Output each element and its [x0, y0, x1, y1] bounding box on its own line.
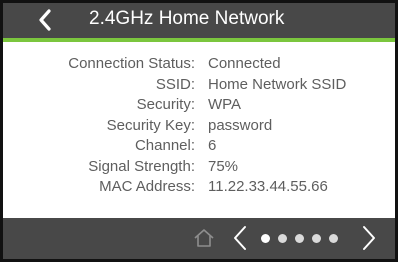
prev-page-button[interactable] [232, 224, 248, 252]
page-dot[interactable] [312, 234, 321, 243]
ssid-label: SSID: [155, 75, 195, 93]
back-button[interactable] [33, 6, 57, 34]
security-key-value: password [208, 116, 273, 134]
page-indicator [261, 234, 338, 244]
footer-bar [3, 218, 395, 259]
mac-address-label: MAC Address: [99, 178, 195, 195]
security-value: WPA [208, 96, 242, 113]
chevron-left-icon [234, 226, 246, 250]
next-page-button[interactable] [361, 224, 377, 252]
signal-strength-label: Signal Strength: [88, 157, 195, 175]
security-key-label: Security Key: [106, 116, 195, 134]
accent-bar [3, 38, 395, 42]
chevron-left-icon [39, 9, 51, 31]
chevron-right-icon [363, 226, 375, 250]
home-button[interactable] [193, 228, 215, 248]
page-dot[interactable] [261, 234, 270, 243]
channel-value: 6 [208, 137, 217, 154]
connection-status-label: Connection Status: [68, 55, 195, 72]
app-window: 2.4GHz Home Network Connection Status: C… [0, 0, 398, 262]
detail-row: SSID: Home Network SSID [3, 76, 395, 97]
network-details: Connection Status: Connected SSID: Home … [3, 55, 395, 199]
detail-row: Security: WPA [3, 96, 395, 117]
detail-row: Connection Status: Connected [3, 55, 395, 76]
page-dot[interactable] [295, 234, 304, 243]
page-dot[interactable] [329, 234, 338, 243]
page-title: 2.4GHz Home Network [89, 8, 285, 29]
detail-row: Security Key: password [3, 117, 395, 138]
detail-row: MAC Address: 11.22.33.44.55.66 [3, 178, 395, 199]
connection-status-value: Connected [208, 55, 281, 72]
home-icon [194, 229, 214, 247]
channel-label: Channel: [134, 137, 195, 154]
detail-row: Signal Strength: 75% [3, 158, 395, 179]
ssid-value: Home Network SSID [208, 75, 347, 93]
mac-address-value: 11.22.33.44.55.66 [208, 178, 328, 195]
signal-strength-value: 75% [208, 157, 239, 175]
security-label: Security: [136, 96, 195, 113]
detail-row: Channel: 6 [3, 137, 395, 158]
header-bar: 2.4GHz Home Network [3, 3, 395, 38]
page-dot[interactable] [278, 234, 287, 243]
